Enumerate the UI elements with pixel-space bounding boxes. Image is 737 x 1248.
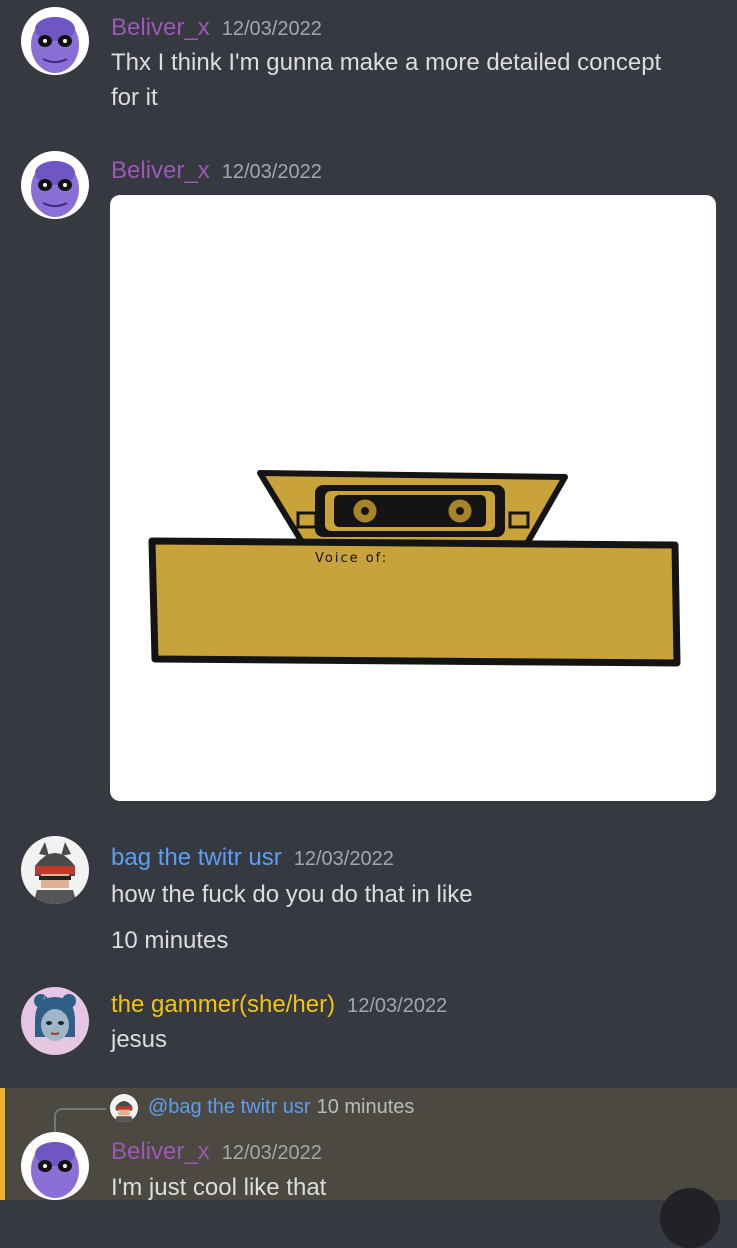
timestamp: 12/03/2022 xyxy=(293,848,394,870)
message-header: Beliver_x 12/03/2022 xyxy=(111,157,322,185)
reply-mention[interactable]: @bag the twitr usr xyxy=(148,1096,311,1118)
username[interactable]: bag the twitr usr xyxy=(111,844,282,871)
avatar-beliver-x[interactable] xyxy=(21,1132,89,1200)
message-header: bag the twitr usr 12/03/2022 xyxy=(111,844,394,872)
reply-preview: 10 minutes xyxy=(316,1096,415,1118)
timestamp: 12/03/2022 xyxy=(221,1142,322,1164)
message-text: jesus xyxy=(111,1022,721,1057)
username[interactable]: Beliver_x xyxy=(111,1138,210,1165)
avatar-beliver-x[interactable] xyxy=(21,151,89,219)
image-attachment[interactable]: Voice of: xyxy=(110,195,716,801)
username[interactable]: Beliver_x xyxy=(111,157,210,184)
mention-highlight-bar xyxy=(0,1088,5,1200)
message-header: the gammer(she/her) 12/03/2022 xyxy=(111,991,447,1019)
timestamp: 12/03/2022 xyxy=(221,161,322,183)
avatar-the-gammer[interactable]: ♪ xyxy=(21,987,89,1055)
message-line: how the fuck do you do that in like xyxy=(111,881,473,908)
reply-connector-line xyxy=(54,1108,106,1132)
username[interactable]: the gammer(she/her) xyxy=(111,991,335,1018)
message-text: how the fuck do you do that in like 10 m… xyxy=(111,872,721,964)
message-header: Beliver_x 12/03/2022 xyxy=(111,1138,322,1166)
svg-text:♪: ♪ xyxy=(43,995,46,1001)
message-header: Beliver_x 12/03/2022 xyxy=(111,14,322,42)
message-line: jesus xyxy=(111,1026,168,1053)
reply-reference[interactable]: @bag the twitr usr 10 minutes xyxy=(148,1096,414,1119)
message-line: for it xyxy=(111,84,158,111)
timestamp: 12/03/2022 xyxy=(347,995,448,1017)
mask-caption: Voice of: xyxy=(315,551,389,566)
avatar-beliver-x[interactable] xyxy=(21,7,89,75)
jump-to-present-button[interactable] xyxy=(660,1188,720,1248)
username[interactable]: Beliver_x xyxy=(111,14,210,41)
message-text: Thx I think I'm gunna make a more detail… xyxy=(111,45,721,115)
mask-concept-drawing xyxy=(148,470,681,667)
timestamp: 12/03/2022 xyxy=(221,18,322,40)
reply-avatar-bag-the-twitr-usr[interactable] xyxy=(110,1094,138,1122)
message-line: Thx I think I'm gunna make a more detail… xyxy=(111,49,662,76)
avatar-bag-the-twitr-usr[interactable] xyxy=(21,836,89,904)
message-line: 10 minutes xyxy=(111,927,229,954)
